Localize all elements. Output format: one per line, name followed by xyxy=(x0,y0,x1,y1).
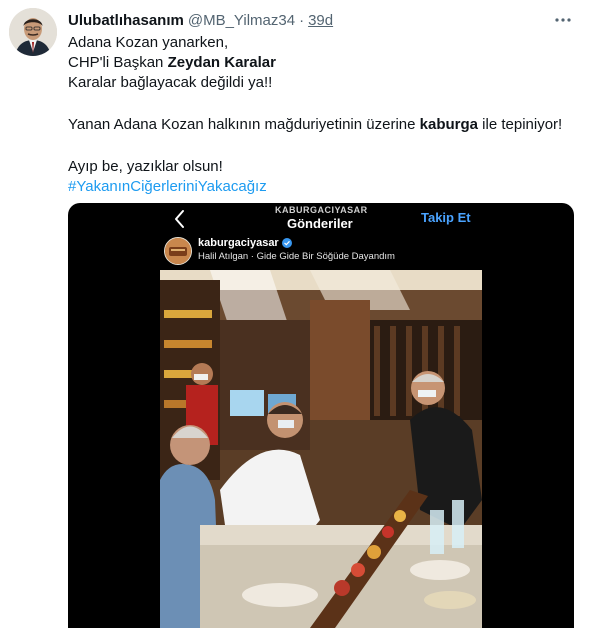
tweet-line-4-bold: kaburga xyxy=(419,116,478,133)
tweet-line-3: Karalar bağlayacak değildi ya!! xyxy=(68,74,273,91)
tweet-line-1: Adana Kozan yanarken, xyxy=(68,34,229,51)
video-frame[interactable] xyxy=(160,270,482,628)
instagram-username-text: kaburgaciyasar xyxy=(198,237,279,249)
display-name[interactable]: Ulubatlıhasanım xyxy=(68,12,184,29)
tweet-line-2-prefix: CHP'li Başkan xyxy=(68,54,168,71)
instagram-avatar[interactable] xyxy=(164,237,192,265)
instagram-page-title: Gönderiler xyxy=(287,216,353,231)
tweet-line-5: Ayıp be, yazıklar olsun! xyxy=(68,158,223,175)
instagram-username[interactable]: kaburgaciyasar xyxy=(198,237,292,249)
instagram-profile-name: KABURGACIYASAR xyxy=(275,205,368,215)
tweet-line-2: CHP'li Başkan Zeydan Karalar xyxy=(68,53,578,73)
timestamp[interactable]: 39d xyxy=(308,12,333,29)
tweet-text: Adana Kozan yanarken, CHP'li Başkan Zeyd… xyxy=(68,33,578,197)
separator-dot: · xyxy=(299,11,305,29)
follow-button[interactable]: Takip Et xyxy=(421,210,471,225)
avatar-photo xyxy=(9,8,57,56)
user-handle[interactable]: @MB_Yilmaz34 xyxy=(188,12,295,29)
verified-badge-icon xyxy=(281,238,292,248)
tweet-line-4: Yanan Adana Kozan halkının mağduriyetini… xyxy=(68,115,578,135)
instagram-post-header: kaburgaciyasar Halil Atılgan · Gide Gide… xyxy=(160,237,482,267)
tweet-line-4-prefix: Yanan Adana Kozan halkının mağduriyetini… xyxy=(68,116,420,133)
tweet-line-2-bold: Zeydan Karalar xyxy=(167,54,276,71)
more-horizontal-icon[interactable] xyxy=(552,9,574,31)
chevron-left-icon[interactable] xyxy=(172,208,188,230)
instagram-audio-track: Halil Atılgan · Gide Gide Bir Söğüde Day… xyxy=(198,251,395,262)
avatar[interactable] xyxy=(9,8,57,56)
tweet-header: Ulubatlıhasanım @MB_Yilmaz34 · 39d xyxy=(68,10,333,30)
hashtag-link[interactable]: #YakanınCiğerleriniYakacağız xyxy=(68,177,578,197)
tweet-line-4-suffix: ile tepiniyor! xyxy=(478,116,563,133)
tweet[interactable]: Ulubatlıhasanım @MB_Yilmaz34 · 39d Adana… xyxy=(0,0,590,628)
tweet-media[interactable]: KABURGACIYASAR Gönderiler Takip Et kabur… xyxy=(68,203,574,628)
instagram-top-bar: KABURGACIYASAR Gönderiler Takip Et xyxy=(68,203,574,239)
restaurant-scene-image xyxy=(160,270,482,628)
